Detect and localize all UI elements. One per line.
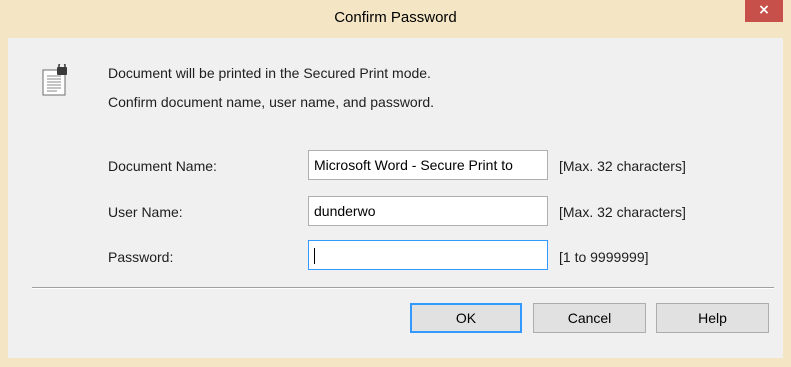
window-title: Confirm Password (334, 9, 457, 26)
dialog-body: Document will be printed in the Secured … (8, 38, 783, 358)
password-label: Password: (108, 249, 174, 265)
message-line-1: Document will be printed in the Secured … (108, 65, 431, 81)
user-name-label: User Name: (108, 204, 183, 220)
ok-button[interactable]: OK (410, 303, 522, 333)
document-name-hint: [Max. 32 characters] (559, 158, 686, 174)
secure-document-icon (42, 64, 67, 96)
user-name-hint: [Max. 32 characters] (559, 204, 686, 220)
confirm-password-dialog: Confirm Password × Document will be prin… (0, 0, 791, 367)
document-name-input[interactable]: Microsoft Word - Secure Print to (308, 150, 548, 180)
message-line-2: Confirm document name, user name, and pa… (108, 94, 435, 110)
document-name-label: Document Name: (108, 158, 217, 174)
user-name-input[interactable]: dunderwo (308, 196, 548, 226)
text-caret (314, 248, 315, 265)
password-hint: [1 to 9999999] (559, 249, 649, 265)
close-button[interactable]: × (745, 0, 783, 22)
cancel-button[interactable]: Cancel (533, 303, 646, 333)
password-input[interactable] (308, 240, 548, 270)
help-button[interactable]: Help (656, 303, 769, 333)
separator (32, 287, 774, 289)
